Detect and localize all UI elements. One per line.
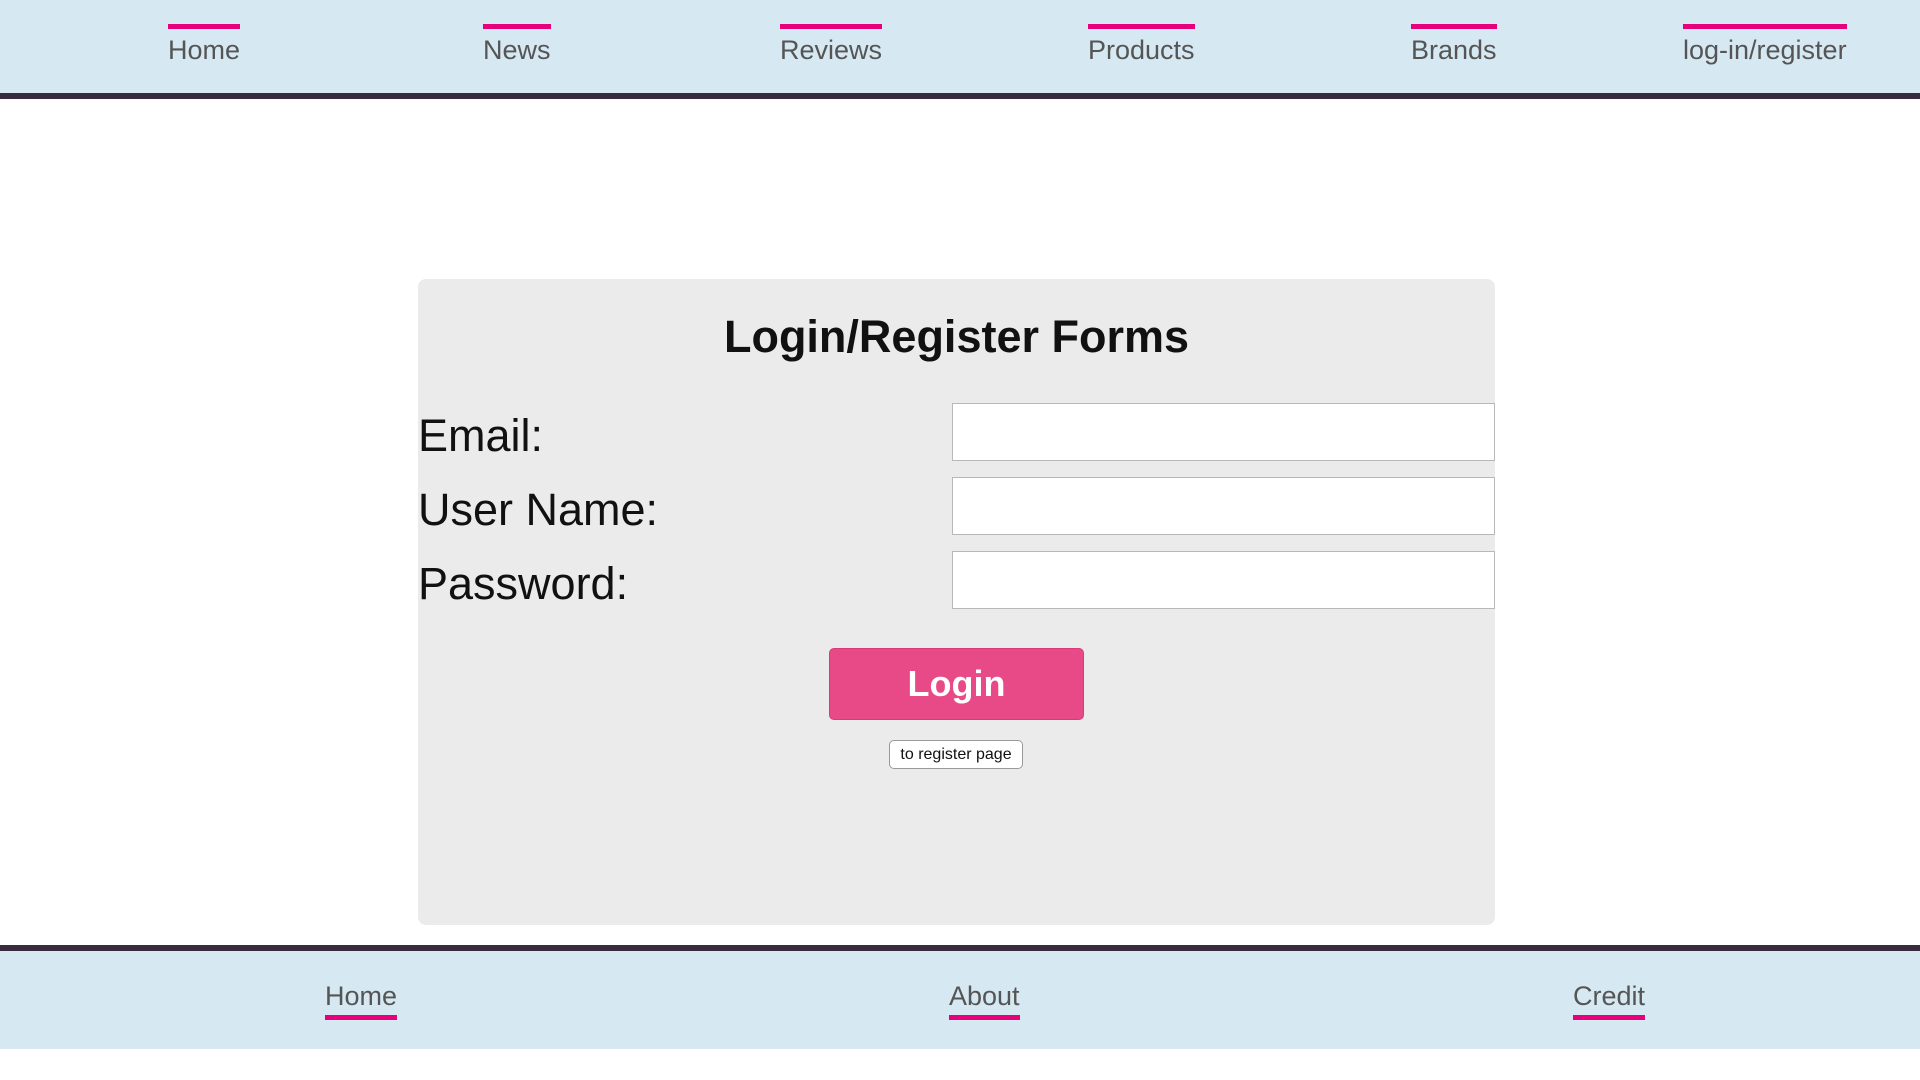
- form-title: Login/Register Forms: [723, 311, 1190, 362]
- nav-home-link[interactable]: Home: [168, 24, 241, 66]
- password-label: Password:: [418, 558, 629, 609]
- to-register-page-button[interactable]: to register page: [889, 740, 1023, 769]
- username-label: User Name:: [418, 484, 659, 535]
- password-field[interactable]: [952, 551, 1495, 609]
- nav-brands-link[interactable]: Brands: [1411, 24, 1497, 66]
- footer-about-link[interactable]: About: [949, 981, 1020, 1020]
- top-navigation: Home News Reviews Products Brands log-in…: [0, 0, 1920, 99]
- nav-products-link[interactable]: Products: [1088, 24, 1195, 66]
- footer-navigation: Home About Credit: [0, 945, 1920, 1049]
- email-label: Email:: [418, 410, 544, 461]
- email-field[interactable]: [952, 403, 1495, 461]
- footer-credit-link[interactable]: Credit: [1573, 981, 1646, 1020]
- login-register-panel: Login/Register Forms Email: User Name: P…: [418, 279, 1495, 925]
- nav-news-link[interactable]: News: [483, 24, 551, 66]
- footer-home-link[interactable]: Home: [325, 981, 398, 1020]
- nav-login-register-link[interactable]: log-in/register: [1683, 24, 1847, 66]
- nav-reviews-link[interactable]: Reviews: [780, 24, 883, 66]
- login-button[interactable]: Login: [829, 648, 1084, 720]
- username-field[interactable]: [952, 477, 1495, 535]
